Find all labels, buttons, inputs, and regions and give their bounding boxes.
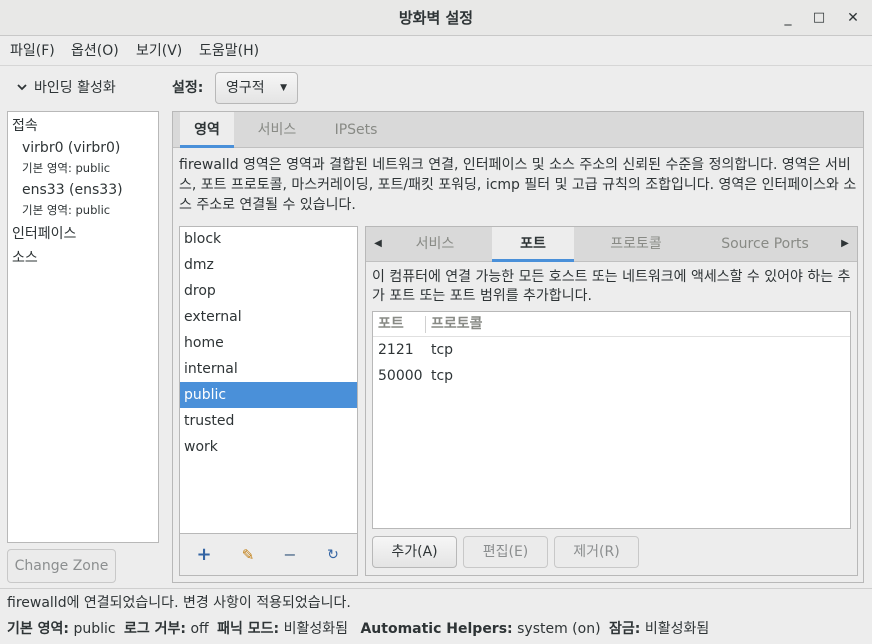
- table-row-protocol[interactable]: tcp: [431, 363, 453, 389]
- edit-zone-icon[interactable]: ✎: [238, 545, 258, 565]
- tab-zone-protocols[interactable]: 프로토콜: [598, 227, 674, 262]
- status-log-denied: off: [190, 621, 209, 637]
- edit-port-button[interactable]: 편집(E): [463, 536, 548, 568]
- status-panic-label: 패닉 모드:: [217, 621, 280, 637]
- status-summary: 기본 영역: public 로그 거부: off 패닉 모드: 비활성화됨 Au…: [7, 618, 709, 640]
- window-title: 방화벽 설정: [398, 9, 474, 27]
- zone-description: firewalld 영역은 영역과 결합된 네트워크 연결, 인터페이스 및 소…: [179, 157, 857, 213]
- config-combo[interactable]: 영구적 ▼: [215, 72, 298, 104]
- bindings-connections-label[interactable]: 접속: [12, 115, 38, 135]
- tab-zone-ports[interactable]: 포트: [492, 227, 574, 262]
- zone-item-public[interactable]: public: [180, 382, 357, 408]
- menu-bar: [0, 36, 872, 66]
- zone-item-dmz[interactable]: dmz: [180, 252, 357, 278]
- maximize-button[interactable]: □: [807, 6, 831, 30]
- status-message: firewalld에 연결되었습니다. 변경 사항이 적용되었습니다.: [7, 595, 351, 611]
- table-row-port[interactable]: 50000: [378, 363, 423, 389]
- status-helpers-label: Automatic Helpers:: [360, 621, 513, 637]
- add-zone-icon[interactable]: +: [194, 545, 214, 565]
- connection-virbr0[interactable]: virbr0 (virbr0): [22, 140, 120, 156]
- config-value: 영구적: [226, 80, 265, 96]
- column-separator: [425, 316, 426, 333]
- tab-zone-source-ports[interactable]: Source Ports: [714, 227, 816, 262]
- tab-zones[interactable]: 영역: [180, 112, 234, 148]
- status-default-zone-label: 기본 영역:: [7, 621, 69, 637]
- status-lockdown-label: 잠금:: [609, 621, 641, 637]
- bindings-header-label: 바인딩 활성화: [34, 80, 116, 96]
- column-header-port[interactable]: 포트: [378, 312, 404, 337]
- ports-description: 이 컴퓨터에 연결 가능한 모든 호스트 또는 네트워크에 액세스할 수 있어야…: [372, 269, 851, 304]
- tab-services[interactable]: 서비스: [245, 112, 309, 148]
- add-port-button[interactable]: 추가(A): [372, 536, 457, 568]
- menu-view[interactable]: 보기(V): [136, 36, 182, 66]
- tab-ipsets[interactable]: IPSets: [323, 112, 389, 148]
- chevron-down-icon: [17, 84, 27, 91]
- status-separator: [0, 588, 872, 589]
- menu-help[interactable]: 도움말(H): [199, 36, 259, 66]
- tab-scroll-left-icon[interactable]: ◀: [367, 227, 389, 262]
- zone-item-drop[interactable]: drop: [180, 278, 357, 304]
- bindings-interfaces-label[interactable]: 인터페이스: [12, 223, 76, 243]
- change-zone-button[interactable]: Change Zone: [7, 549, 116, 583]
- reload-zone-icon[interactable]: ↻: [323, 545, 343, 565]
- connection-ens33-zone: 기본 영역: public: [22, 203, 111, 217]
- zone-item-work[interactable]: work: [180, 434, 357, 460]
- menu-options[interactable]: 옵션(O): [71, 36, 119, 66]
- zone-item-external[interactable]: external: [180, 304, 357, 330]
- dropdown-arrow-icon: ▼: [280, 83, 287, 93]
- table-row-port[interactable]: 2121: [378, 337, 414, 363]
- zone-item-trusted[interactable]: trusted: [180, 408, 357, 434]
- tab-scroll-right-icon[interactable]: ▶: [834, 227, 856, 262]
- connection-virbr0-zone: 기본 영역: public: [22, 161, 111, 175]
- status-helpers: system (on): [517, 621, 601, 637]
- zone-item-home[interactable]: home: [180, 330, 357, 356]
- tab-zone-services[interactable]: 서비스: [404, 227, 466, 262]
- remove-port-button[interactable]: 제거(R): [554, 536, 639, 568]
- remove-zone-icon[interactable]: −: [280, 545, 300, 565]
- bindings-expander[interactable]: 바인딩 활성화: [16, 74, 116, 102]
- close-button[interactable]: ✕: [841, 6, 865, 30]
- menu-file[interactable]: 파일(F): [10, 36, 55, 66]
- status-default-zone: public: [73, 621, 116, 637]
- zone-item-internal[interactable]: internal: [180, 356, 357, 382]
- connection-ens33[interactable]: ens33 (ens33): [22, 182, 123, 198]
- config-label: 설정:: [172, 80, 204, 96]
- status-panic: 비활성화됨: [283, 621, 349, 637]
- status-log-denied-label: 로그 거부:: [124, 621, 187, 637]
- zone-item-block[interactable]: block: [180, 226, 357, 252]
- status-lockdown: 비활성화됨: [644, 621, 710, 637]
- table-row-protocol[interactable]: tcp: [431, 337, 453, 363]
- column-header-protocol[interactable]: 프로토콜: [431, 312, 483, 337]
- bindings-sources-label[interactable]: 소스: [12, 247, 38, 267]
- minimize-button[interactable]: _: [776, 6, 800, 30]
